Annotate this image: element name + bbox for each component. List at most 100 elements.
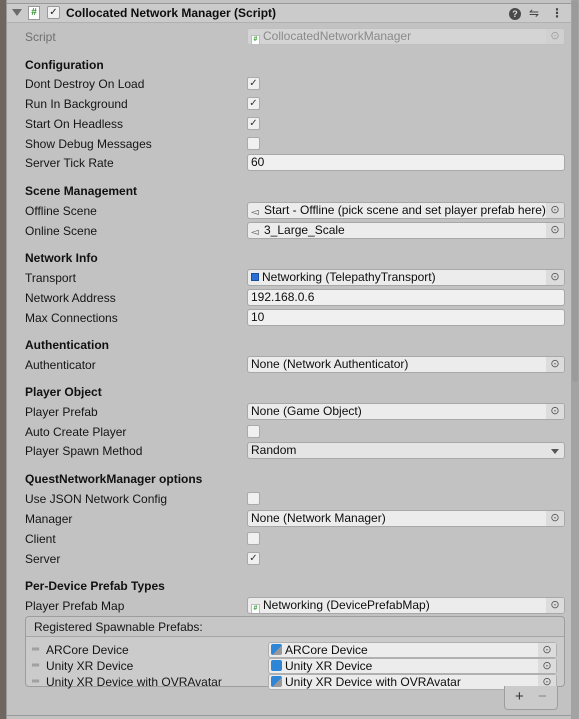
- show-debug-checkbox[interactable]: [247, 137, 260, 150]
- list-item-object-field[interactable]: Unity XR Device ⊙: [268, 658, 557, 674]
- use-json-config-checkbox[interactable]: [247, 492, 260, 505]
- use-json-config-row: Use JSON Network Config: [25, 490, 565, 508]
- authenticator-value: None (Network Authenticator): [251, 357, 409, 371]
- remove-element-button[interactable]: −: [538, 688, 547, 705]
- player-prefab-map-label: Player Prefab Map: [25, 599, 125, 613]
- scrollbar-thumb[interactable]: [572, 0, 578, 382]
- object-picker-icon[interactable]: ⊙: [538, 659, 556, 673]
- client-checkbox[interactable]: [247, 532, 260, 545]
- client-row: Client: [25, 530, 565, 548]
- spawnable-prefabs-header-label: Registered Spawnable Prefabs:: [34, 620, 203, 634]
- authenticator-field[interactable]: None (Network Authenticator) ⊙: [247, 356, 565, 373]
- prefab-icon: [271, 660, 282, 671]
- manager-field[interactable]: None (Network Manager) ⊙: [247, 510, 565, 527]
- list-item-object-field[interactable]: ARCore Device ⊙: [268, 642, 557, 658]
- server-row: Server ✓: [25, 550, 565, 568]
- drag-handle-icon[interactable]: ═: [32, 661, 41, 671]
- section-player-object: Player Object: [25, 385, 102, 399]
- section-per-device-prefab-types: Per-Device Prefab Types: [25, 579, 165, 593]
- network-address-input[interactable]: 192.168.0.6: [247, 289, 565, 306]
- offline-scene-row: Offline Scene ◅ Start - Offline (pick sce…: [25, 202, 565, 220]
- max-connections-input[interactable]: 10: [247, 309, 565, 326]
- server-checkbox[interactable]: ✓: [247, 552, 260, 565]
- network-address-row: Network Address 192.168.0.6: [25, 289, 565, 307]
- drag-handle-icon[interactable]: ═: [32, 645, 41, 655]
- transport-value: Networking (TelepathyTransport): [262, 270, 436, 284]
- csharp-script-icon: #: [28, 6, 40, 20]
- spawnable-prefabs-header: Registered Spawnable Prefabs:: [26, 617, 564, 637]
- dont-destroy-label: Dont Destroy On Load: [25, 77, 145, 91]
- object-picker-icon: ⊙: [546, 29, 564, 44]
- script-icon: #: [251, 35, 260, 44]
- foldout-triangle-icon[interactable]: [12, 9, 22, 16]
- player-spawn-method-label: Player Spawn Method: [25, 444, 143, 458]
- offline-scene-field[interactable]: ◅ Start - Offline (pick scene and set pla…: [247, 202, 565, 219]
- authenticator-label: Authenticator: [25, 358, 96, 372]
- run-in-background-checkbox[interactable]: ✓: [247, 97, 260, 110]
- run-in-background-label: Run In Background: [25, 97, 128, 111]
- object-picker-icon[interactable]: ⊙: [546, 404, 564, 419]
- max-connections-row: Max Connections 10: [25, 309, 565, 327]
- transport-label: Transport: [25, 271, 76, 285]
- dont-destroy-checkbox[interactable]: ✓: [247, 77, 260, 90]
- player-spawn-method-dropdown[interactable]: Random: [247, 442, 565, 459]
- dont-destroy-row: Dont Destroy On Load ✓: [25, 75, 565, 93]
- vertical-scrollbar[interactable]: [571, 0, 579, 719]
- help-icon[interactable]: ?: [509, 8, 521, 20]
- component-header[interactable]: # ✓ Collocated Network Manager (Script) …: [7, 3, 571, 23]
- dropdown-arrow-icon: [551, 449, 559, 454]
- list-item-value: Unity XR Device: [285, 659, 373, 673]
- online-scene-value: 3_Large_Scale: [264, 223, 345, 237]
- object-picker-icon[interactable]: ⊙: [546, 203, 564, 218]
- add-element-button[interactable]: +: [515, 688, 524, 705]
- object-picker-icon[interactable]: ⊙: [546, 270, 564, 285]
- list-item-value: Unity XR Device with OVRAvatar: [285, 675, 461, 689]
- offline-scene-label: Offline Scene: [25, 204, 97, 218]
- player-prefab-map-field[interactable]: # Networking (DevicePrefabMap) ⊙: [247, 597, 565, 614]
- scene-icon: ◅: [251, 227, 259, 238]
- server-tick-rate-row: Server Tick Rate 60: [25, 154, 565, 172]
- divider: [7, 715, 571, 716]
- transport-component-icon: [251, 273, 259, 281]
- player-prefab-value: None (Game Object): [251, 404, 362, 418]
- manager-label: Manager: [25, 512, 73, 526]
- transport-row: Transport Networking (TelepathyTransport…: [25, 269, 565, 287]
- network-address-label: Network Address: [25, 291, 116, 305]
- component-enabled-checkbox[interactable]: ✓: [47, 6, 60, 19]
- object-picker-icon[interactable]: ⊙: [546, 357, 564, 372]
- transport-field[interactable]: Networking (TelepathyTransport) ⊙: [247, 269, 565, 286]
- inspector-panel: # ✓ Collocated Network Manager (Script) …: [7, 0, 571, 719]
- section-quest-options: QuestNetworkManager options: [25, 472, 203, 486]
- authenticator-row: Authenticator None (Network Authenticato…: [25, 356, 565, 374]
- section-authentication: Authentication: [25, 338, 109, 352]
- prefab-variant-icon: [271, 676, 282, 687]
- list-item: ═ Unity XR Device with OVRAvatar Unity X…: [26, 674, 564, 690]
- start-on-headless-checkbox[interactable]: ✓: [247, 117, 260, 130]
- object-picker-icon[interactable]: ⊙: [538, 643, 556, 657]
- player-prefab-map-row: Player Prefab Map # Networking (DevicePre…: [25, 597, 565, 615]
- auto-create-player-checkbox[interactable]: [247, 425, 260, 438]
- use-json-config-label: Use JSON Network Config: [25, 492, 168, 506]
- auto-create-player-row: Auto Create Player: [25, 423, 565, 441]
- server-tick-rate-label: Server Tick Rate: [25, 156, 114, 170]
- show-debug-row: Show Debug Messages: [25, 135, 565, 153]
- script-value: CollocatedNetworkManager: [263, 29, 412, 43]
- online-scene-field[interactable]: ◅ 3_Large_Scale ⊙: [247, 222, 565, 239]
- prefab-variant-icon: [271, 644, 282, 655]
- object-picker-icon[interactable]: ⊙: [546, 223, 564, 238]
- drag-handle-icon[interactable]: ═: [32, 677, 41, 687]
- player-spawn-method-value: Random: [251, 443, 297, 457]
- object-picker-icon[interactable]: ⊙: [546, 598, 564, 613]
- object-picker-icon[interactable]: ⊙: [546, 511, 564, 526]
- start-on-headless-row: Start On Headless ✓: [25, 115, 565, 133]
- server-tick-rate-input[interactable]: 60: [247, 154, 565, 171]
- kebab-menu-icon[interactable]: ⋮: [551, 6, 563, 20]
- player-prefab-field[interactable]: None (Game Object) ⊙: [247, 403, 565, 420]
- player-spawn-method-row: Player Spawn Method Random: [25, 442, 565, 460]
- list-item-label: Unity XR Device with OVRAvatar: [46, 675, 222, 689]
- preset-sliders-icon[interactable]: ⇋: [529, 6, 539, 20]
- section-scene-management: Scene Management: [25, 184, 138, 198]
- script-row: Script # CollocatedNetworkManager ⊙: [25, 28, 565, 46]
- list-footer: + −: [504, 686, 558, 710]
- manager-row: Manager None (Network Manager) ⊙: [25, 510, 565, 528]
